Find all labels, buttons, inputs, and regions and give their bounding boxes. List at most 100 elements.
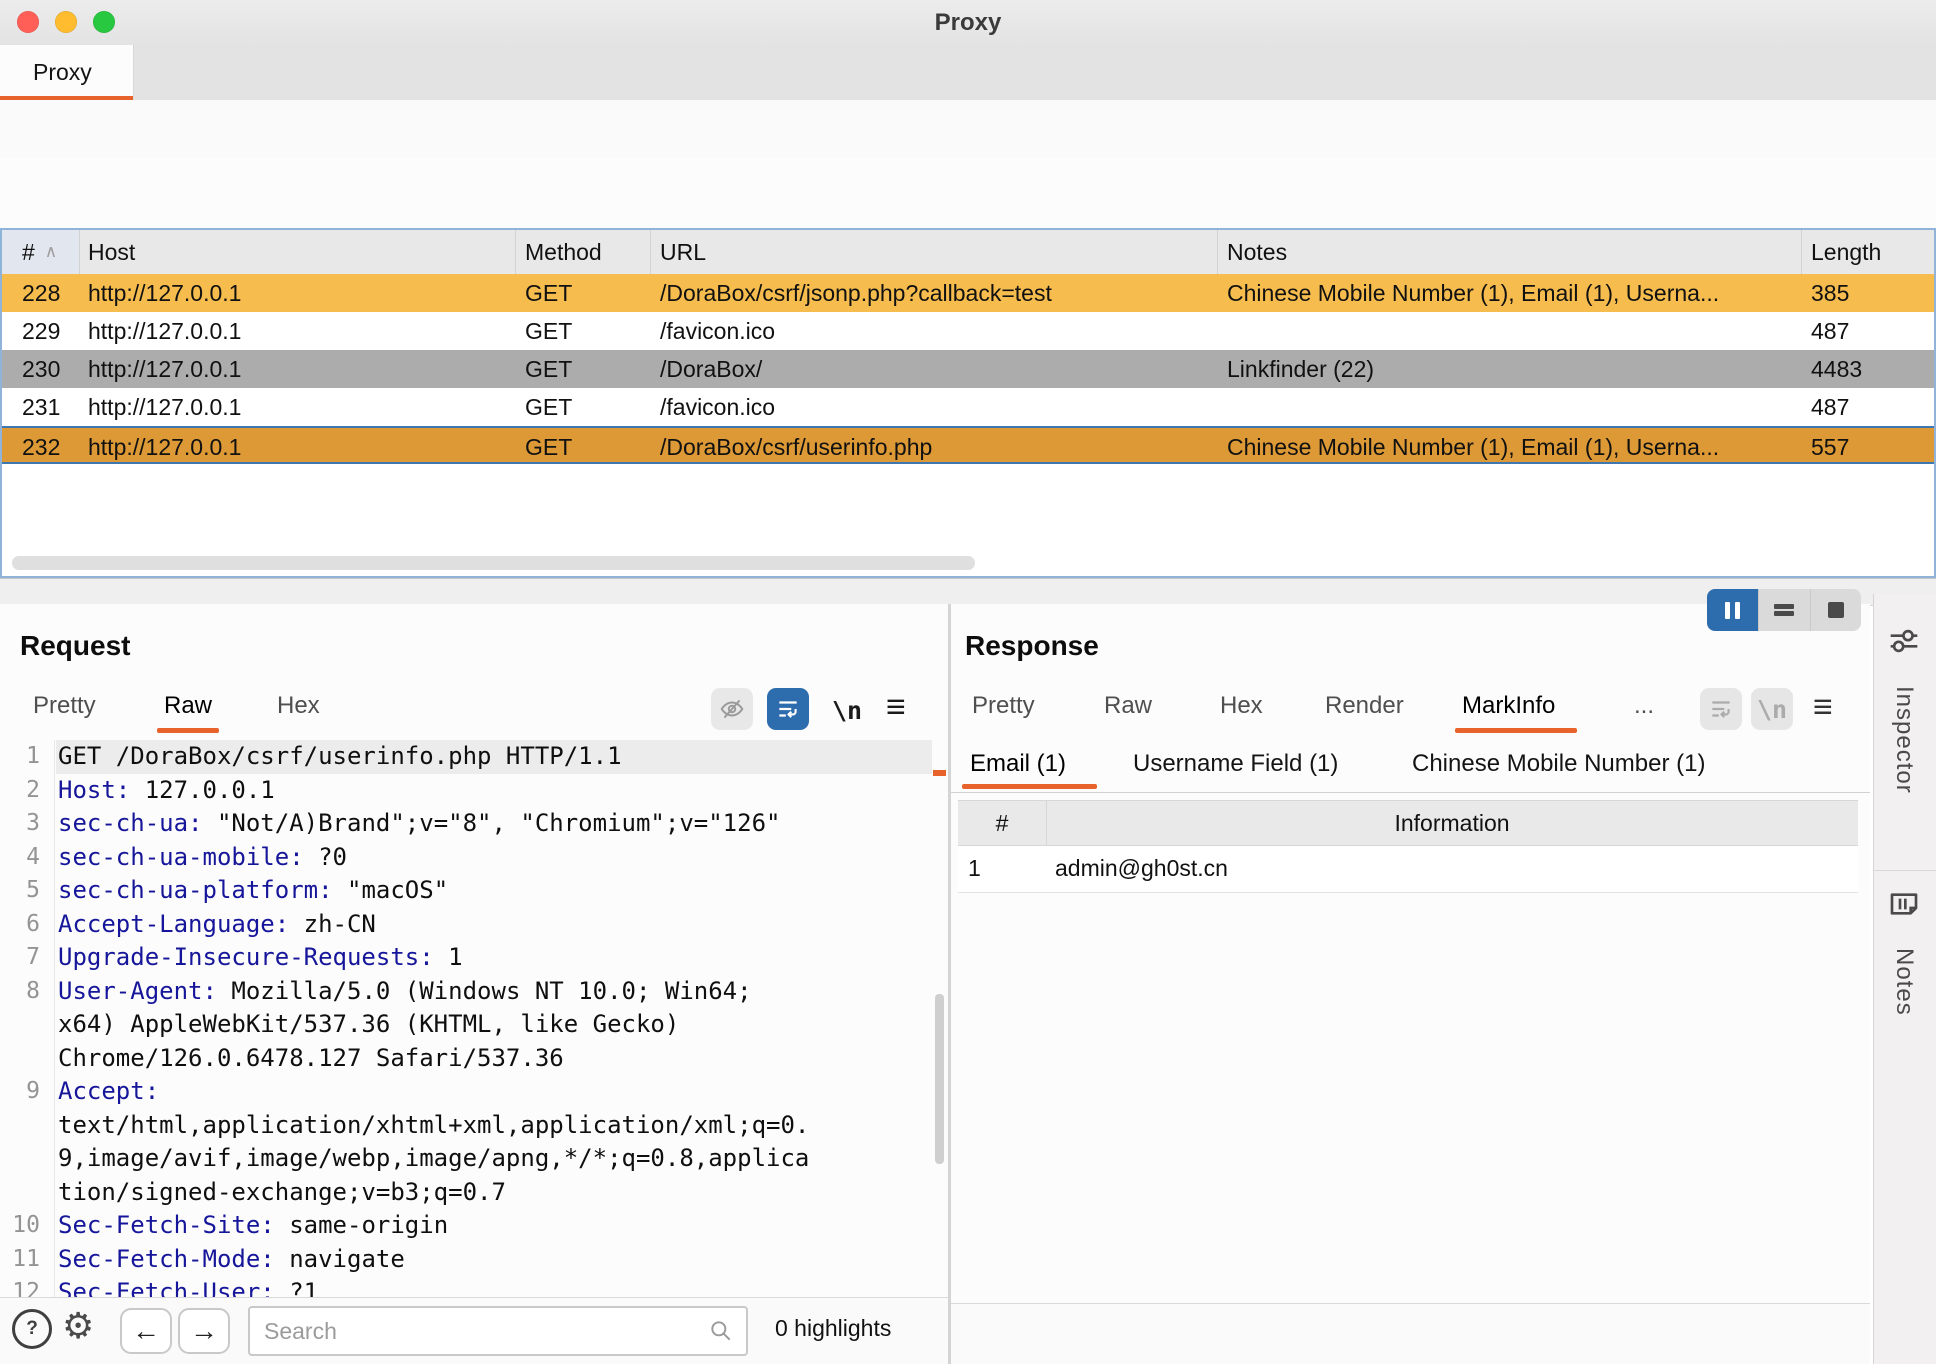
stop-button[interactable] — [1810, 589, 1861, 631]
inspector-tab[interactable] — [1888, 625, 1920, 662]
column-header-number[interactable]: # ∧ — [2, 230, 80, 274]
response-tab-pretty[interactable]: Pretty — [972, 692, 1035, 720]
request-search-field[interactable] — [248, 1306, 748, 1356]
table-row-231[interactable]: 231 http://127.0.0.1 GET /favicon.ico 48… — [2, 388, 1934, 426]
markinfo-divider — [951, 792, 1870, 793]
markinfo-column-number[interactable]: # — [958, 801, 1047, 845]
response-tab-render[interactable]: Render — [1325, 692, 1404, 720]
request-panel: Request Pretty Raw Hex \n ≡ 1GET /DoraBo… — [0, 604, 948, 1364]
filter-row: Filter settings: Hiding CSS, image and g… — [0, 157, 1936, 228]
column-header-length[interactable]: Length — [1802, 230, 1934, 274]
tab-proxy-label: Proxy — [33, 59, 92, 86]
request-line: 7Upgrade-Insecure-Requests: 1 — [0, 941, 948, 975]
request-title: Request — [20, 630, 130, 662]
request-line: 2Host: 127.0.0.1 — [0, 774, 948, 808]
horizontal-scrollbar-thumb[interactable] — [12, 556, 975, 570]
sidebar-divider — [1873, 870, 1936, 871]
response-toolbar: Settings AI Empowered — [951, 1303, 1870, 1364]
markinfo-column-information[interactable]: Information — [1046, 801, 1858, 845]
main-tab-bar: ⚙ Settings — [0, 45, 1936, 101]
response-active-tab-underline — [1455, 728, 1577, 733]
notes-document-icon — [1888, 888, 1920, 920]
request-tab-raw[interactable]: Raw — [164, 692, 212, 720]
search-input[interactable] — [250, 1318, 708, 1345]
request-line: 12Sec-Fetch-User: ?1 — [0, 1276, 948, 1297]
http-history-table: # ∧ Host Method URL Notes Length 228 htt… — [0, 228, 1936, 578]
column-header-method[interactable]: Method — [516, 230, 651, 274]
stop-icon — [1828, 602, 1844, 618]
request-toolbar: ? ⚙ ← → 0 highlights — [0, 1297, 948, 1364]
request-menu-icon[interactable]: ≡ — [886, 690, 906, 724]
request-line: text/html,application/xhtml+xml,applicat… — [0, 1109, 948, 1143]
help-icon[interactable]: ? — [12, 1309, 52, 1349]
column-header-url[interactable]: URL — [651, 230, 1218, 274]
word-wrap-icon — [1708, 696, 1734, 722]
window-title: Proxy — [0, 9, 1936, 37]
queue-button[interactable] — [1758, 589, 1809, 631]
titlebar: Proxy — [0, 0, 1936, 46]
column-header-host[interactable]: Host — [80, 230, 516, 274]
proxy-sub-tab-bar: Intercept HTTP history WebSockets histor… — [0, 100, 1936, 158]
markinfo-header-row: # Information — [958, 800, 1858, 846]
eye-off-icon — [719, 696, 745, 722]
request-tab-pretty[interactable]: Pretty — [33, 692, 96, 720]
request-scrollbar-thumb[interactable] — [935, 994, 944, 1164]
request-line: 3sec-ch-ua: "Not/A)Brand";v="8", "Chromi… — [0, 807, 948, 841]
markinfo-tab-chinese-mobile-number[interactable]: Chinese Mobile Number (1) — [1412, 750, 1705, 778]
request-line: 9Accept: — [0, 1075, 948, 1109]
response-panel: Response Pretty Raw Hex Render MarkInfo … — [951, 604, 1870, 1364]
search-icon — [708, 1318, 734, 1344]
request-line: 6Accept-Language: zh-CN — [0, 908, 948, 942]
table-row-228[interactable]: 228 http://127.0.0.1 GET /DoraBox/csrf/j… — [2, 274, 1934, 312]
intercept-control — [1707, 589, 1861, 631]
hide-highlights-button[interactable] — [711, 688, 753, 730]
response-menu-icon[interactable]: ≡ — [1813, 690, 1833, 724]
back-button[interactable]: ← — [120, 1308, 172, 1354]
newline-toggle[interactable]: \n — [832, 696, 862, 725]
request-line: 1GET /DoraBox/csrf/userinfo.php HTTP/1.1 — [0, 740, 948, 774]
request-tab-hex[interactable]: Hex — [277, 692, 320, 720]
response-tab-raw[interactable]: Raw — [1104, 692, 1152, 720]
sort-caret-icon: ∧ — [45, 242, 57, 262]
request-line: tion/signed-exchange;v=b3;q=0.7 — [0, 1176, 948, 1210]
tab-proxy[interactable]: Proxy — [0, 45, 134, 99]
request-line: 10Sec-Fetch-Site: same-origin — [0, 1209, 948, 1243]
forward-button[interactable]: → — [178, 1308, 230, 1354]
editor-settings-gear-icon[interactable]: ⚙ — [62, 1308, 94, 1344]
highlights-count: 0 highlights — [775, 1315, 891, 1342]
gutter-divider — [54, 740, 55, 1297]
markinfo-tab-username-field[interactable]: Username Field (1) — [1133, 750, 1338, 778]
request-line: 9,image/avif,image/webp,image/apng,*/*;q… — [0, 1142, 948, 1176]
request-line: 11Sec-Fetch-Mode: navigate — [0, 1243, 948, 1277]
response-tab-more[interactable]: ... — [1634, 692, 1654, 720]
request-line: Chrome/126.0.6478.127 Safari/537.36 — [0, 1042, 948, 1076]
markinfo-tab-email[interactable]: Email (1) — [970, 750, 1066, 778]
request-line: 8User-Agent: Mozilla/5.0 (Windows NT 10.… — [0, 975, 948, 1009]
proxy-window: Proxy ⚙ Settings Proxy Intercept HTTP hi… — [0, 0, 1936, 1364]
request-line: 5sec-ch-ua-platform: "macOS" — [0, 874, 948, 908]
word-wrap-button[interactable] — [767, 688, 809, 730]
notes-tab-label[interactable]: Notes — [1890, 948, 1918, 1016]
response-title: Response — [965, 630, 1099, 662]
response-word-wrap-button[interactable] — [1700, 688, 1742, 730]
response-newline-toggle[interactable]: \n — [1751, 688, 1793, 730]
markinfo-row[interactable]: 1 admin@gh0st.cn — [958, 846, 1858, 893]
inspector-tab-label[interactable]: Inspector — [1890, 686, 1918, 794]
markinfo-active-tab-underline — [962, 784, 1097, 789]
scrollbar-highlight-tick — [933, 770, 946, 776]
panel-splitter[interactable] — [0, 578, 1936, 606]
request-editor[interactable]: 1GET /DoraBox/csrf/userinfo.php HTTP/1.1… — [0, 740, 948, 1297]
table-row-229[interactable]: 229 http://127.0.0.1 GET /favicon.ico 48… — [2, 312, 1934, 350]
request-line: x64) AppleWebKit/537.36 (KHTML, like Gec… — [0, 1008, 948, 1042]
response-tab-hex[interactable]: Hex — [1220, 692, 1263, 720]
inspector-sliders-icon — [1888, 625, 1920, 657]
response-tab-markinfo[interactable]: MarkInfo — [1462, 692, 1555, 720]
table-row-232-selected[interactable]: 232 http://127.0.0.1 GET /DoraBox/csrf/u… — [2, 426, 1934, 464]
pause-button[interactable] — [1707, 589, 1758, 631]
extracted-email-value: admin@gh0st.cn — [1055, 855, 1228, 882]
column-header-notes[interactable]: Notes — [1218, 230, 1802, 274]
table-header-row: # ∧ Host Method URL Notes Length — [2, 230, 1934, 274]
request-active-tab-underline — [157, 728, 219, 733]
table-row-230[interactable]: 230 http://127.0.0.1 GET /DoraBox/ Linkf… — [2, 350, 1934, 388]
notes-tab[interactable] — [1888, 888, 1920, 925]
